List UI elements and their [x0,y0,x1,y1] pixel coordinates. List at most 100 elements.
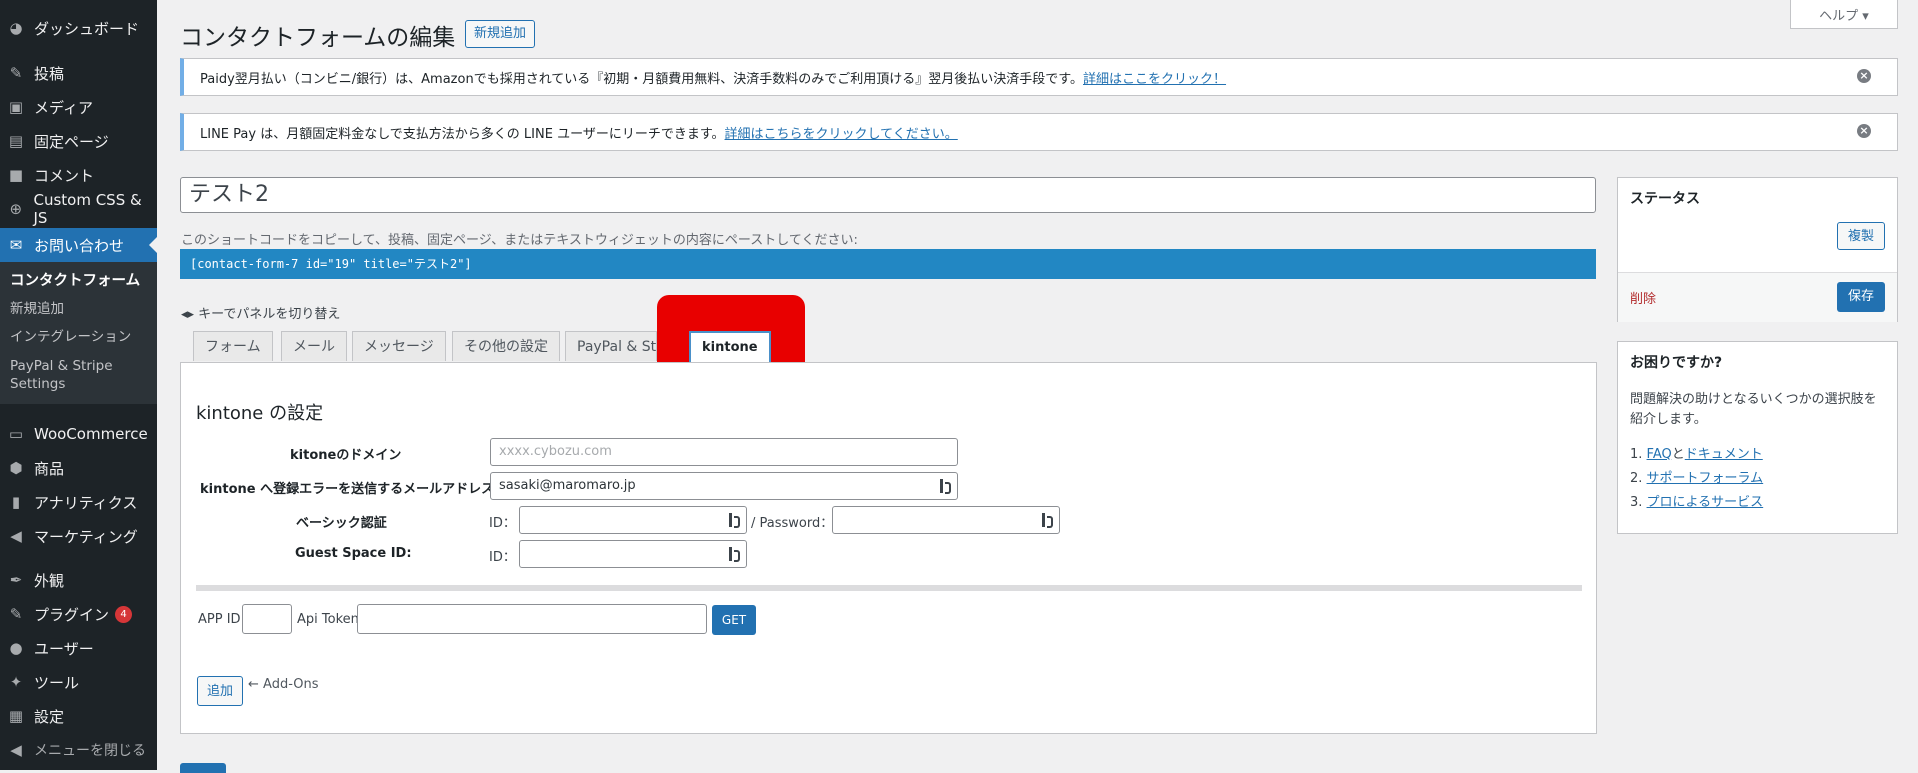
menu-pages[interactable]: ▤ 固定ページ [0,124,157,158]
guest-space-id-input[interactable] [519,540,747,568]
menu-tools[interactable]: ✦ ツール [0,665,157,699]
guest-id-label: ID： [489,550,516,565]
password-manager-icon[interactable] [729,547,740,562]
menu-plugins[interactable]: ✎ プラグイン 4 [0,597,157,631]
megaphone-icon: ◀ [10,527,22,545]
addons-note: ← Add-Ons [248,677,319,692]
menu-products[interactable]: ⬢ 商品 [0,451,157,485]
menu-dashboard[interactable]: ◕ ダッシュボード [0,11,157,45]
shortcode-field[interactable]: [contact-form-7 id="19" title="テスト2"] [180,249,1596,279]
item-number: 2. [1630,471,1643,486]
menu-label: 外観 [34,571,65,590]
media-icon: ▣ [8,98,24,116]
notice-link[interactable]: 詳細はこちらをクリックしてください。 [725,123,958,142]
app-id-input[interactable] [242,604,292,634]
menu-settings[interactable]: ▦ 設定 [0,699,157,733]
product-icon: ⬢ [9,459,23,477]
analytics-icon: ▮ [11,493,21,511]
menu-label: アナリティクス [34,493,138,512]
error-email-input[interactable]: sasaki@maromaro.jp [490,472,958,500]
menu-contact[interactable]: ✉ お問い合わせ [0,228,157,262]
kintone-domain-input[interactable]: xxxx.cybozu.com [490,438,958,466]
add-button[interactable]: 追加 [197,676,243,706]
help-item-2: 2. サポートフォーラム [1630,467,1763,486]
admin-sidebar: ◕ ダッシュボード ✎ 投稿 ▣ メディア ▤ 固定ページ ■ コメント ⊕ Custom … [0,0,157,770]
menu-label: マーケティング [34,527,138,546]
pro-services-link[interactable]: プロによるサービス [1647,495,1764,510]
password-label: / Password： [751,516,834,531]
status-actions: 削除 保存 [1618,272,1897,322]
form-title-input[interactable]: テスト2 [180,177,1596,213]
menu-label: 設定 [34,707,65,726]
menu-custom-css-js[interactable]: ⊕ Custom CSS & JS [0,191,157,227]
menu-label: 商品 [34,459,65,478]
submenu-contact-forms[interactable]: コンタクトフォーム [10,272,140,290]
separator [196,585,1582,591]
error-email-value: sasaki@maromaro.jp [499,478,636,493]
menu-posts[interactable]: ✎ 投稿 [0,56,157,90]
delete-link[interactable]: 削除 [1630,288,1656,307]
dismiss-icon[interactable]: × [1857,69,1871,83]
menu-users[interactable]: ● ユーザー [0,631,157,665]
contact-submenu: コンタクトフォーム 新規追加 インテグレーション PayPal & Stripe… [0,262,157,404]
submenu-add-new[interactable]: 新規追加 [10,300,64,318]
menu-label: ユーザー [34,639,94,658]
menu-appearance[interactable]: ✒ 外観 [0,563,157,597]
tab-messages[interactable]: メッセージ [352,331,446,361]
page-title: コンタクトフォームの編集 [180,25,456,51]
faq-link[interactable]: FAQ [1647,447,1672,462]
plus-circle-icon: ⊕ [9,200,23,218]
add-new-button[interactable]: 新規追加 [465,20,536,48]
support-forum-link[interactable]: サポートフォーラム [1647,471,1764,486]
password-manager-icon[interactable] [940,479,951,494]
shortcode-hint: このショートコードをコピーして、投稿、固定ページ、またはテキストウィジェットの内… [181,233,858,248]
menu-woocommerce[interactable]: ▭ WooCommerce [0,417,157,451]
notice-text: LINE Pay は、月額固定料金なしで支払方法から多くの LINE ユーザーに… [200,126,725,142]
submenu-paypal-stripe[interactable]: PayPal & Stripe Settings [10,357,113,393]
basic-auth-id-input[interactable] [519,506,747,534]
panel-switch-hint: ◂▸ キーでパネルを切り替え [181,307,341,322]
api-token-input[interactable] [357,604,707,634]
menu-marketing[interactable]: ◀ マーケティング [0,519,157,553]
page-icon: ▤ [8,132,24,150]
save-button[interactable]: 保存 [1837,282,1885,312]
docs-link[interactable]: ドキュメント [1685,447,1763,462]
submenu-integration[interactable]: インテグレーション [10,328,131,346]
help-item-1: 1. FAQとドキュメント [1630,443,1763,462]
tab-additional-settings[interactable]: その他の設定 [452,331,560,361]
help-tab-button[interactable]: ヘルプ ▾ [1790,0,1898,29]
paidy-notice: Paidy翌月払い（コンビニ/銀行）は、Amazonでも採用されている『初期・月… [180,58,1898,96]
item-number: 3. [1630,495,1643,510]
comment-icon: ■ [8,166,24,184]
appearance-icon: ✒ [9,571,23,589]
menu-media[interactable]: ▣ メディア [0,90,157,124]
notice-link[interactable]: 詳細はここをクリック！ [1083,68,1226,87]
update-count-badge: 4 [115,605,133,623]
collapse-icon: ◀ [10,741,22,759]
help-item-conj: と [1671,447,1685,462]
woocommerce-icon: ▭ [8,425,24,443]
notice-text: Paidy翌月払い（コンビニ/銀行）は、Amazonでも採用されている『初期・月… [200,71,1084,87]
status-box: ステータス 複製 削除 保存 [1617,177,1898,322]
dashboard-icon: ◕ [9,19,23,37]
mail-icon: ✉ [9,236,23,254]
tab-form[interactable]: フォーム [193,331,273,361]
dismiss-icon[interactable]: × [1857,124,1871,138]
collapse-menu-button[interactable]: ◀ メニューを閉じる [0,733,157,767]
submenu-paypal-line2: Settings [10,376,66,392]
get-button[interactable]: GET [712,605,756,635]
password-manager-icon[interactable] [1042,513,1053,528]
menu-label: メディア [34,98,93,117]
submenu-paypal-line1: PayPal & Stripe [10,358,113,374]
duplicate-button[interactable]: 複製 [1837,222,1885,250]
basic-auth-password-input[interactable] [832,506,1060,534]
tab-mail[interactable]: メール [281,331,347,361]
tab-paypal-stripe[interactable]: PayPal & Stri [565,331,657,361]
bottom-save-button[interactable] [180,763,226,773]
linepay-notice: LINE Pay は、月額固定料金なしで支払方法から多くの LINE ユーザーに… [180,113,1898,151]
tab-kintone[interactable]: kintone [689,331,771,363]
menu-analytics[interactable]: ▮ アナリティクス [0,485,157,519]
tools-icon: ✦ [9,673,23,691]
password-manager-icon[interactable] [729,513,740,528]
menu-comments[interactable]: ■ コメント [0,158,157,192]
